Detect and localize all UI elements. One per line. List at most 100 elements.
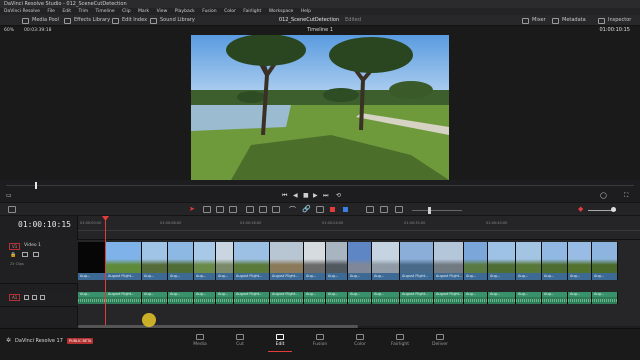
- audio-clip[interactable]: August Flight...: [234, 292, 270, 304]
- video-clip[interactable]: Aug...: [326, 242, 348, 280]
- menu-item[interactable]: Mark: [138, 9, 149, 14]
- inspector-button[interactable]: Inspector: [598, 15, 631, 26]
- viewer-options-icon[interactable]: ▭: [6, 190, 12, 201]
- sound-library-button[interactable]: Sound Library: [150, 15, 195, 26]
- video-clip[interactable]: August Flight...: [270, 242, 304, 280]
- menu-item[interactable]: Help: [301, 9, 311, 14]
- video-clip[interactable]: Aug...: [372, 242, 400, 280]
- match-frame-icon[interactable]: ◯: [600, 190, 607, 201]
- stop-icon[interactable]: ■: [303, 190, 309, 201]
- track-visibility-icon[interactable]: [33, 252, 39, 257]
- linked-selection-icon[interactable]: 🔗: [302, 205, 311, 213]
- audio-clip[interactable]: Aug...: [488, 292, 516, 304]
- menu-item[interactable]: View: [157, 9, 168, 14]
- zoom-slider[interactable]: [412, 210, 462, 211]
- video-clip[interactable]: Aug...: [216, 242, 234, 280]
- replace-clip-icon[interactable]: [272, 206, 280, 213]
- solo-icon[interactable]: [32, 295, 37, 300]
- mixer-button[interactable]: Mixer: [522, 15, 546, 26]
- video-clip[interactable]: Aug...: [592, 242, 618, 280]
- audio-clip[interactable]: Aug...: [142, 292, 168, 304]
- video-clip[interactable]: August Flight...: [106, 242, 142, 280]
- custom-zoom-icon[interactable]: [395, 206, 403, 213]
- audio-clip[interactable]: Aug...: [194, 292, 216, 304]
- edit-index-button[interactable]: Edit Index: [112, 15, 147, 26]
- audio-clip[interactable]: Aug...: [516, 292, 542, 304]
- audio-clip[interactable]: Aug...: [464, 292, 488, 304]
- lock-track-icon[interactable]: [24, 295, 29, 300]
- detail-zoom-icon[interactable]: [380, 206, 388, 213]
- audio-clip[interactable]: Aug...: [568, 292, 592, 304]
- audio-clip[interactable]: Aug...: [326, 292, 348, 304]
- effects-library-button[interactable]: Effects Library: [64, 15, 110, 26]
- zoom-slider-handle[interactable]: [428, 207, 431, 214]
- menu-item[interactable]: Workspace: [269, 9, 294, 14]
- page-tab-edit[interactable]: Edit: [260, 332, 300, 352]
- menu-item[interactable]: DaVinci Resolve: [4, 9, 40, 14]
- blade-tool-icon[interactable]: [229, 206, 237, 213]
- video-clip[interactable]: Aug...: [78, 242, 106, 280]
- selection-tool-icon[interactable]: ➤: [189, 205, 195, 213]
- audio-clip[interactable]: August Flight...: [400, 292, 434, 304]
- skip-to-end-icon[interactable]: ⏭: [323, 190, 328, 201]
- snapping-icon[interactable]: ⌒: [289, 205, 296, 215]
- position-lock-icon[interactable]: [316, 206, 324, 213]
- audio-clip[interactable]: August Flight...: [434, 292, 464, 304]
- skip-to-start-icon[interactable]: ⏮: [282, 190, 287, 201]
- audio-icon[interactable]: ◆: [578, 205, 583, 213]
- video-clip[interactable]: Aug...: [142, 242, 168, 280]
- menu-item[interactable]: Playback: [175, 9, 195, 14]
- video-clip[interactable]: Aug...: [304, 242, 326, 280]
- timeline-tracks[interactable]: Aug... August Flight... Aug... Aug... Aug...…: [78, 240, 640, 326]
- overwrite-clip-icon[interactable]: [259, 206, 267, 213]
- auto-track-icon[interactable]: [22, 252, 28, 257]
- insert-clip-icon[interactable]: [246, 206, 254, 213]
- audio-clip[interactable]: Aug...: [348, 292, 372, 304]
- menu-item[interactable]: Clip: [122, 9, 131, 14]
- video-clip[interactable]: Aug...: [568, 242, 592, 280]
- page-tab-color[interactable]: Color: [340, 332, 380, 350]
- layout-icon[interactable]: [8, 206, 16, 213]
- page-tab-deliver[interactable]: Deliver: [420, 332, 460, 350]
- loop-icon[interactable]: ⟲: [336, 190, 341, 201]
- scrubber-track[interactable]: [6, 185, 634, 186]
- menu-item[interactable]: Fairlight: [243, 9, 261, 14]
- video-clip[interactable]: Aug...: [348, 242, 372, 280]
- flag-icon[interactable]: [330, 207, 335, 212]
- fullscreen-icon[interactable]: ⛶: [624, 190, 628, 201]
- media-pool-button[interactable]: Media Pool: [22, 15, 59, 26]
- dynamic-trim-icon[interactable]: [216, 206, 224, 213]
- audio-track-header[interactable]: A1: [0, 291, 78, 307]
- page-tab-media[interactable]: Media: [180, 332, 220, 350]
- menu-item[interactable]: Color: [224, 9, 236, 14]
- timeline-ruler[interactable]: 01:00:00:00 01:00:08:00 01:00:16:00 01:0…: [78, 216, 640, 240]
- audio-clip[interactable]: Aug...: [542, 292, 568, 304]
- video-track-header[interactable]: V1 Video 1 🔒 25 Clips: [0, 240, 78, 284]
- playhead[interactable]: [105, 216, 106, 326]
- audio-clip[interactable]: Aug...: [216, 292, 234, 304]
- reverse-play-icon[interactable]: ◀: [293, 190, 298, 201]
- page-tab-cut[interactable]: Cut: [220, 332, 260, 350]
- video-clip[interactable]: Aug...: [488, 242, 516, 280]
- audio-clip[interactable]: Aug...: [372, 292, 400, 304]
- menu-item[interactable]: Edit: [62, 9, 71, 14]
- volume-slider-handle[interactable]: [611, 207, 616, 212]
- audio-clip[interactable]: August Flight...: [270, 292, 304, 304]
- video-clip[interactable]: Aug...: [542, 242, 568, 280]
- audio-clip[interactable]: Aug...: [304, 292, 326, 304]
- page-tab-fusion[interactable]: Fusion: [300, 332, 340, 350]
- menu-item[interactable]: File: [47, 9, 55, 14]
- menu-item[interactable]: Trim: [79, 9, 89, 14]
- video-clip[interactable]: Aug...: [516, 242, 542, 280]
- marker-icon[interactable]: [343, 207, 348, 212]
- play-icon[interactable]: ▶: [313, 190, 318, 201]
- video-clip[interactable]: Aug...: [168, 242, 194, 280]
- page-tab-fairlight[interactable]: Fairlight: [380, 332, 420, 350]
- audio-clip[interactable]: Aug...: [78, 292, 106, 304]
- full-extent-zoom-icon[interactable]: [366, 206, 374, 213]
- video-clip[interactable]: August Flight...: [434, 242, 464, 280]
- audio-clip[interactable]: August Flight...: [106, 292, 142, 304]
- mute-icon[interactable]: [40, 295, 45, 300]
- trim-tool-icon[interactable]: [203, 206, 211, 213]
- lock-track-icon[interactable]: 🔒: [10, 252, 16, 258]
